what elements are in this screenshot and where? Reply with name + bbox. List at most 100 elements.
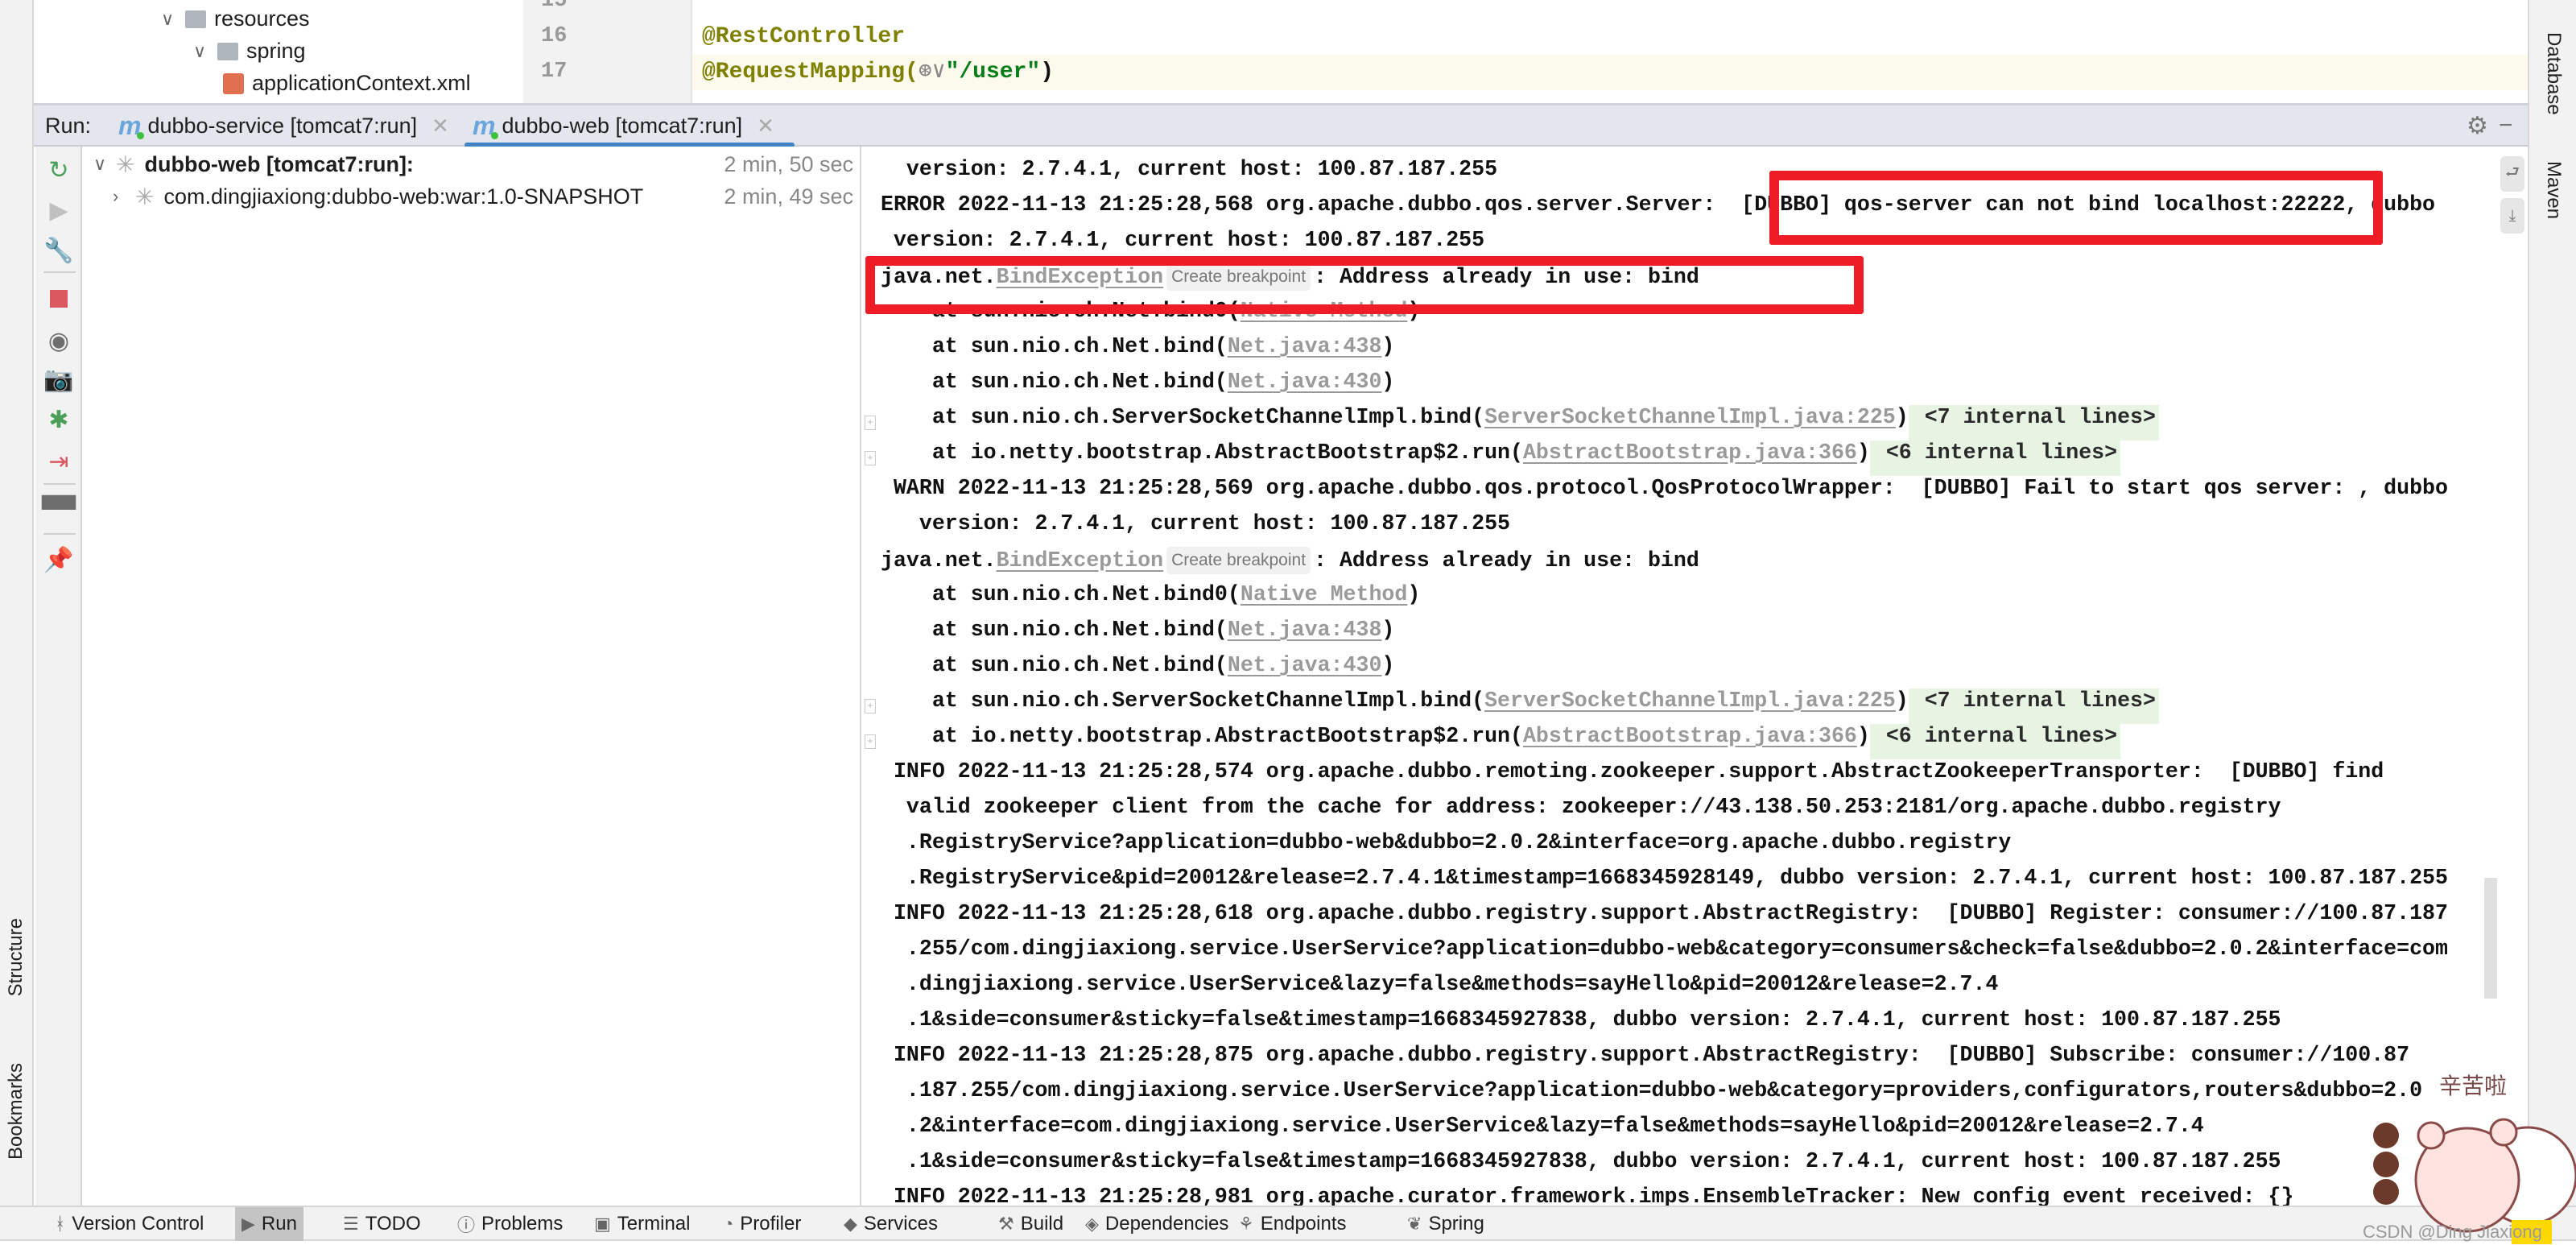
run-tree-root[interactable]: ∨ ✳ dubbo-web [tomcat7:run]: 2 min, 50 sec	[82, 147, 860, 182]
run-label: Run:	[45, 113, 92, 138]
stacktrace-link[interactable]: AbstractBootstrap.java:366	[1523, 441, 1857, 465]
bottom-tab-endpoints[interactable]: ⚘ Endpoints	[1232, 1207, 1352, 1241]
bottom-tab-services[interactable]: ◆ Services	[837, 1207, 944, 1241]
stacktrace-link[interactable]: AbstractBootstrap.java:366	[1523, 724, 1857, 748]
close-icon[interactable]: ✕	[757, 114, 774, 139]
tree-item-spring[interactable]: ∨ spring	[193, 39, 306, 64]
console-text: )	[1856, 724, 1870, 748]
maven-tab[interactable]: Maven	[2542, 161, 2565, 219]
gear-icon[interactable]: ⚙	[2467, 105, 2488, 146]
fold-expand-icon[interactable]: +	[865, 416, 876, 430]
internal-lines-fold[interactable]: <6 internal lines>	[1869, 724, 2121, 759]
console-line: at sun.nio.ch.Net.bind0(Native Method)	[863, 582, 1420, 618]
create-breakpoint-hint[interactable]: Create breakpoint	[1166, 547, 1311, 574]
console-text: at sun.nio.ch.Net.bind(	[881, 618, 1228, 642]
tab-dubbo-service[interactable]: m dubbo-service [tomcat7:run] ✕	[118, 105, 449, 146]
database-tab[interactable]: Database	[2542, 32, 2565, 115]
problems-icon: ⓘ	[457, 1215, 476, 1235]
fold-expand-icon[interactable]: +	[865, 734, 876, 749]
run-tree: ∨ ✳ dubbo-web [tomcat7:run]: 2 min, 50 sec …	[82, 147, 861, 1206]
console-line: .dingjiaxiong.service.UserService&lazy=f…	[863, 972, 1999, 1007]
globe-icon[interactable]: ⊛∨	[919, 60, 946, 85]
list-icon: ☰	[343, 1214, 359, 1234]
internal-lines-fold[interactable]: <7 internal lines>	[1908, 689, 2159, 724]
camera-icon[interactable]: 📷	[43, 364, 74, 395]
bottom-tab-todo[interactable]: ☰ TODO	[336, 1207, 427, 1241]
code-line: @RestController	[692, 19, 2528, 55]
bottom-tab-label: Profiler	[740, 1213, 802, 1235]
git-branch-icon: ᚼ	[55, 1214, 66, 1234]
console-line: .RegistryService?application=dubbo-web&d…	[863, 830, 2011, 866]
resources-folder-icon	[185, 10, 206, 28]
stacktrace-link[interactable]: ServerSocketChannelImpl.java:225	[1484, 405, 1896, 429]
bottom-tab-terminal[interactable]: ▣ Terminal	[588, 1207, 697, 1241]
console-line: + at io.netty.bootstrap.AbstractBootstra…	[863, 724, 2121, 759]
code-editor[interactable]: @RestController @RequestMapping(⊛∨"/user…	[692, 0, 2528, 103]
scrollbar-thumb[interactable]	[2484, 878, 2497, 999]
soft-wrap-icon[interactable]: ⮐	[2500, 156, 2524, 192]
bottom-tab-version-control[interactable]: ᚼ Version Control	[48, 1207, 210, 1241]
bookmarks-tab[interactable]: Bookmarks	[5, 1063, 27, 1160]
internal-lines-fold[interactable]: <6 internal lines>	[1869, 441, 2121, 476]
bottom-tab-problems[interactable]: ⓘ Problems	[451, 1207, 569, 1241]
eye-icon[interactable]: ◉	[43, 325, 74, 356]
chevron-down-icon[interactable]: ∨	[93, 154, 109, 175]
bottom-tab-label: Spring	[1428, 1213, 1484, 1235]
console-line: found, if you want to open monitor stati…	[863, 147, 2409, 157]
bottom-tab-label: Terminal	[617, 1213, 691, 1235]
pin-icon[interactable]: 📌	[43, 544, 74, 575]
chevron-down-icon: ∨	[161, 8, 175, 29]
console-text: )	[1856, 441, 1870, 465]
bottom-tab-build[interactable]: ⚒ Build	[992, 1207, 1070, 1241]
console-text: )	[1895, 405, 1909, 429]
console-text: )	[1407, 582, 1421, 606]
stacktrace-link[interactable]: BindException	[997, 548, 1163, 573]
tree-item-label: spring	[246, 39, 306, 63]
console-line: java.net.BindException Create breakpoint:…	[863, 547, 1699, 582]
bottom-tab-spring[interactable]: ❦ Spring	[1401, 1207, 1491, 1241]
rerun-icon[interactable]: ↻	[43, 155, 74, 185]
internal-lines-fold[interactable]: <7 internal lines>	[1908, 405, 2159, 441]
bottom-tab-label: Run	[261, 1213, 297, 1235]
console-text: )	[1381, 370, 1395, 394]
stacktrace-link[interactable]: ServerSocketChannelImpl.java:225	[1484, 689, 1896, 713]
stop-icon[interactable]	[43, 283, 74, 314]
spinner-icon: ✳	[135, 184, 155, 209]
fold-expand-icon[interactable]: +	[865, 699, 876, 713]
rerun-failed-icon[interactable]: ▶	[43, 195, 74, 225]
chevron-right-icon[interactable]: ›	[113, 186, 129, 207]
tree-item-label: resources	[214, 6, 310, 31]
stacktrace-link[interactable]: Net.java:438	[1228, 334, 1382, 358]
console-line: at sun.nio.ch.Net.bind(Net.java:438)	[863, 618, 1395, 653]
close-icon[interactable]: ✕	[431, 114, 449, 139]
console-text: at sun.nio.ch.ServerSocketChannelImpl.bi…	[881, 405, 1485, 429]
bottom-tab-dependencies[interactable]: ◈ Dependencies	[1079, 1207, 1235, 1241]
console-line: INFO 2022-11-13 21:25:28,981 org.apache.…	[863, 1185, 2294, 1206]
console-text: INFO 2022-11-13 21:25:28,574 org.apache.…	[881, 759, 2384, 784]
divider	[43, 483, 76, 485]
tab-dubbo-web[interactable]: m dubbo-web [tomcat7:run] ✕	[464, 105, 795, 147]
layout-icon[interactable]: ▀▀	[42, 494, 76, 525]
structure-tab[interactable]: Structure	[5, 918, 27, 996]
console-line: version: 2.7.4.1, current host: 100.87.1…	[863, 157, 1497, 192]
stacktrace-link[interactable]: Net.java:430	[1228, 653, 1382, 677]
console-text: valid zookeeper client from the cache fo…	[881, 795, 2281, 819]
minimize-icon[interactable]: −	[2499, 105, 2513, 146]
tree-item-applicationcontext[interactable]: applicationContext.xml	[223, 71, 471, 96]
sticker-image: 辛苦啦	[2373, 1073, 2576, 1244]
stacktrace-link[interactable]: Net.java:438	[1228, 618, 1382, 642]
debug-attach-icon[interactable]: ✱	[43, 404, 74, 435]
tree-item-resources[interactable]: ∨ resources	[161, 6, 310, 31]
run-toolbar: ↻ ▶ 🔧 ◉ 📷 ✱ ⇥ ▀▀ 📌	[35, 147, 82, 1206]
console-line: .2&interface=com.dingjiaxiong.service.Us…	[863, 1114, 2204, 1149]
run-tree-child[interactable]: › ✳ com.dingjiaxiong:dubbo-web:war:1.0-SNA…	[82, 179, 860, 214]
wrench-icon[interactable]: 🔧	[43, 235, 74, 266]
bottom-tab-run[interactable]: ▶ Run	[235, 1207, 303, 1241]
scroll-to-end-icon[interactable]: ⤓	[2500, 198, 2524, 234]
stacktrace-link[interactable]: Native Method	[1241, 582, 1407, 606]
stacktrace-link[interactable]: Net.java:430	[1228, 370, 1382, 394]
fold-expand-icon[interactable]: +	[865, 451, 876, 465]
annotation: @RequestMapping(	[702, 60, 919, 85]
bottom-tab-profiler[interactable]: ◔ Profiler	[716, 1207, 807, 1241]
exit-icon[interactable]: ⇥	[43, 446, 74, 477]
